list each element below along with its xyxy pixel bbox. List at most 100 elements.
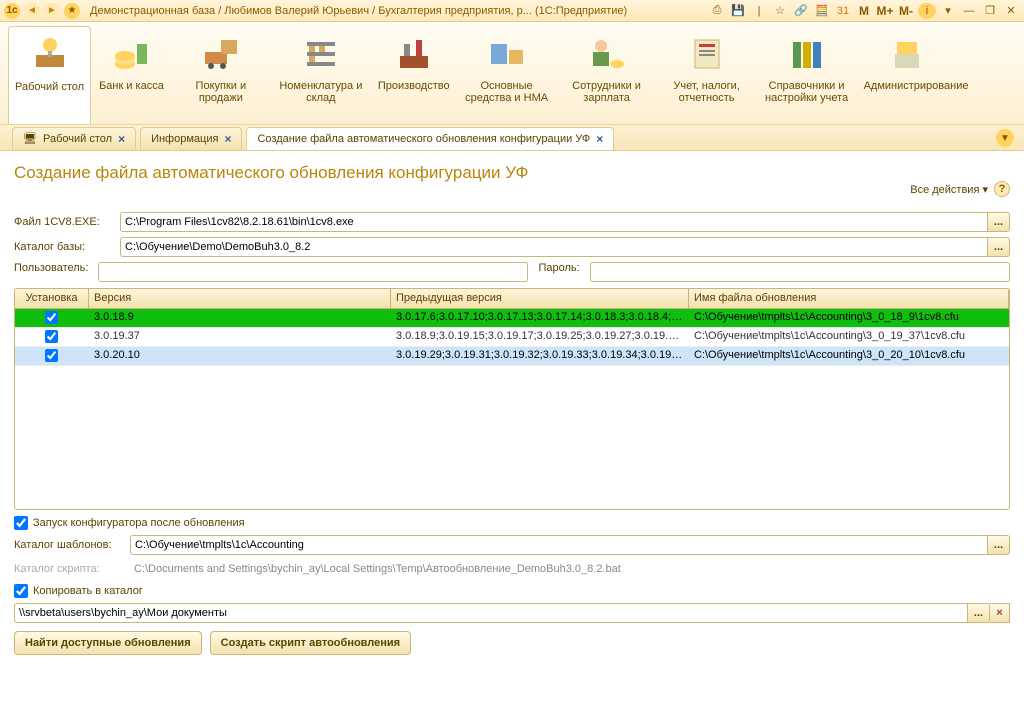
page-title: Создание файла автоматического обновлени… [14, 163, 1010, 183]
tab-create-file[interactable]: Создание файла автоматического обновлени… [246, 127, 614, 150]
tmpl-input[interactable] [130, 535, 988, 555]
print-icon[interactable]: ⎙ [708, 3, 726, 19]
col-prev[interactable]: Предыдущая версия [391, 289, 689, 308]
desktop-tab-icon: 🖥 [23, 132, 37, 146]
ribbon-admin[interactable]: Администрирование [858, 26, 956, 124]
star-icon[interactable]: ☆ [771, 3, 789, 19]
divider: | [750, 3, 768, 19]
table-row[interactable]: 3.0.19.37 3.0.18.9;3.0.19.15;3.0.19.17;3… [15, 328, 1009, 347]
ribbon-label: Справочники и настройки учета [764, 80, 850, 104]
run-after-label: Запуск конфигуратора после обновления [33, 517, 245, 529]
favorite-icon[interactable]: ★ [64, 3, 80, 19]
row-check[interactable] [45, 349, 58, 362]
table-row[interactable]: 3.0.20.10 3.0.19.29;3.0.19.31;3.0.19.32;… [15, 347, 1009, 366]
cell-version: 3.0.18.9 [89, 309, 391, 327]
file-browse-button[interactable]: ... [988, 212, 1010, 232]
grid-body[interactable]: 3.0.18.9 3.0.17.6;3.0.17.10;3.0.17.13;3.… [15, 309, 1009, 510]
base-input[interactable] [120, 237, 988, 257]
cell-file: C:\Обучение\tmplts\1c\Accounting\3_0_20_… [689, 347, 1009, 365]
tax-icon [683, 30, 731, 78]
ribbon-refs[interactable]: Справочники и настройки учета [758, 26, 856, 124]
row-check[interactable] [45, 311, 58, 324]
nav-back-button[interactable]: ◄ [24, 3, 40, 19]
tabbar: 🖥 Рабочий стол × Информация × Создание ф… [0, 125, 1024, 151]
copy-to-checkbox[interactable] [14, 584, 28, 598]
label-script: Каталог скрипта: [14, 563, 124, 575]
base-browse-button[interactable]: ... [988, 237, 1010, 257]
close-icon[interactable]: × [118, 132, 125, 146]
updates-grid: Установка Версия Предыдущая версия Имя ф… [14, 288, 1010, 510]
cell-file: C:\Обучение\tmplts\1c\Accounting\3_0_18_… [689, 309, 1009, 327]
user-input[interactable] [98, 262, 528, 282]
tmpl-browse-button[interactable]: ... [988, 535, 1010, 555]
refs-icon [783, 30, 831, 78]
label-file: Файл 1CV8.EXE: [14, 216, 114, 228]
close-icon[interactable]: × [596, 132, 603, 146]
tab-label: Информация [151, 133, 218, 145]
page-content: Создание файла автоматического обновлени… [0, 151, 1024, 701]
tab-info[interactable]: Информация × [140, 127, 242, 150]
ribbon-sales[interactable]: Покупки и продажи [172, 26, 270, 124]
file-input[interactable] [120, 212, 988, 232]
desktop-icon [26, 31, 74, 79]
sales-icon [197, 30, 245, 78]
mem-mminus-button[interactable]: M- [897, 3, 915, 19]
help-icon[interactable]: ? [994, 181, 1010, 197]
col-file[interactable]: Имя файла обновления [689, 289, 1009, 308]
close-icon[interactable]: × [224, 132, 231, 146]
row-check[interactable] [45, 330, 58, 343]
close-button[interactable]: ✕ [1002, 3, 1020, 19]
tabs-overflow-button[interactable]: ▼ [996, 129, 1014, 147]
find-updates-button[interactable]: Найти доступные обновления [14, 631, 202, 655]
cell-prev: 3.0.18.9;3.0.19.15;3.0.19.17;3.0.19.25;3… [391, 328, 689, 346]
grid-header: Установка Версия Предыдущая версия Имя ф… [15, 289, 1009, 309]
minimize-button[interactable]: — [960, 3, 978, 19]
ribbon-desktop[interactable]: Рабочий стол [8, 26, 91, 124]
ribbon-label: Покупки и продажи [178, 80, 264, 104]
ribbon-stock[interactable]: Номенклатура и склад [272, 26, 370, 124]
copy-to-input[interactable] [14, 603, 968, 623]
ribbon-staff[interactable]: Сотрудники и зарплата [558, 26, 656, 124]
cell-file: C:\Обучение\tmplts\1c\Accounting\3_0_19_… [689, 328, 1009, 346]
mem-mplus-button[interactable]: M+ [876, 3, 894, 19]
info-icon[interactable]: i [918, 3, 936, 19]
calendar-icon[interactable]: 31 [834, 3, 852, 19]
logo-1c-icon: 1c [4, 3, 20, 19]
copy-to-browse-button[interactable]: ... [968, 603, 990, 623]
tab-desktop[interactable]: 🖥 Рабочий стол × [12, 127, 136, 150]
nav-fwd-button[interactable]: ► [44, 3, 60, 19]
ribbon-tax[interactable]: Учет, налоги, отчетность [658, 26, 756, 124]
cell-prev: 3.0.19.29;3.0.19.31;3.0.19.32;3.0.19.33;… [391, 347, 689, 365]
cell-version: 3.0.20.10 [89, 347, 391, 365]
label-user: Пользователь: [14, 262, 88, 282]
all-actions-link[interactable]: Все действия ▾ [910, 183, 988, 196]
password-input[interactable] [590, 262, 1010, 282]
calc-icon[interactable]: 🧮 [813, 3, 831, 19]
col-install[interactable]: Установка [15, 289, 89, 308]
ribbon-label: Производство [378, 80, 450, 92]
table-row[interactable]: 3.0.18.9 3.0.17.6;3.0.17.10;3.0.17.13;3.… [15, 309, 1009, 328]
link-icon[interactable]: 🔗 [792, 3, 810, 19]
run-after-checkbox[interactable] [14, 516, 28, 530]
label-base: Каталог базы: [14, 241, 114, 253]
staff-icon [583, 30, 631, 78]
bank-icon [107, 30, 155, 78]
restore-button[interactable]: ❐ [981, 3, 999, 19]
label-tmpl: Каталог шаблонов: [14, 539, 124, 551]
dropdown-icon[interactable]: ▾ [939, 3, 957, 19]
ribbon-label: Основные средства и НМА [464, 80, 550, 104]
assets-icon [483, 30, 531, 78]
mem-m-button[interactable]: M [855, 3, 873, 19]
ribbon: Рабочий стол Банк и касса Покупки и прод… [0, 22, 1024, 125]
copy-to-clear-button[interactable]: × [990, 603, 1010, 623]
ribbon-assets[interactable]: Основные средства и НМА [458, 26, 556, 124]
ribbon-bank[interactable]: Банк и касса [93, 26, 170, 124]
ribbon-label: Банк и касса [99, 80, 164, 92]
create-script-button[interactable]: Создать скрипт автообновления [210, 631, 411, 655]
ribbon-prod[interactable]: Производство [372, 26, 456, 124]
col-version[interactable]: Версия [89, 289, 391, 308]
ribbon-label: Рабочий стол [15, 81, 84, 93]
ribbon-label: Номенклатура и склад [278, 80, 364, 104]
save-icon[interactable]: 💾 [729, 3, 747, 19]
copy-to-label: Копировать в каталог [33, 585, 143, 597]
